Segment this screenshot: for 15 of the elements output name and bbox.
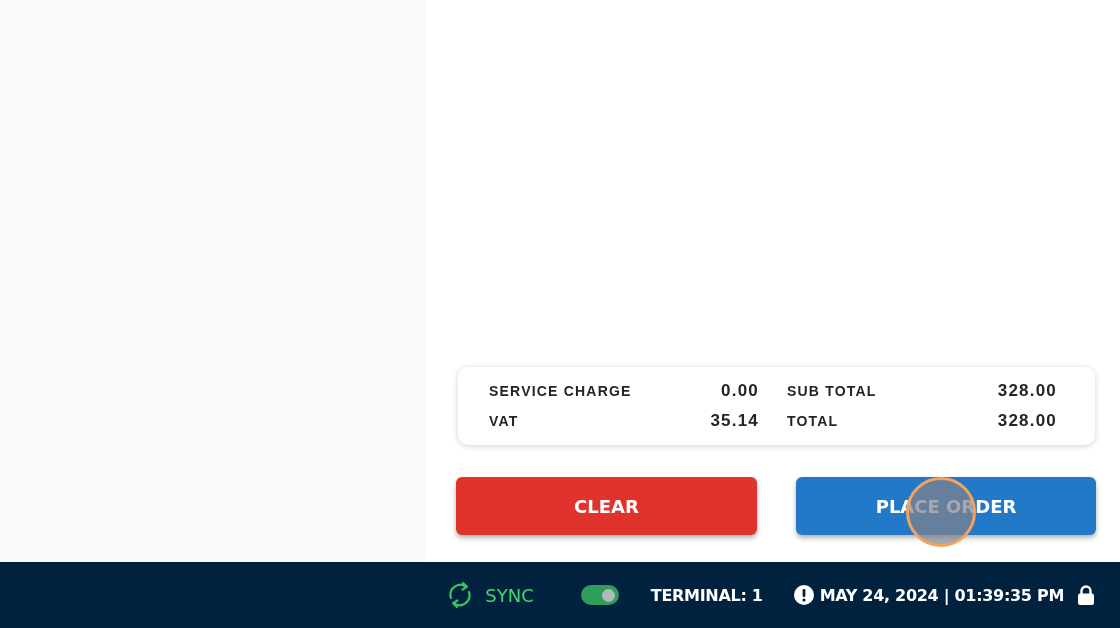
summary-value: 328.00 [997, 381, 1057, 401]
summary-value: 0.00 [721, 381, 759, 401]
summary-label: TOTAL [787, 413, 839, 429]
summary-label: VAT [489, 413, 519, 429]
sync-label[interactable]: SYNC [485, 584, 534, 606]
toggle-switch[interactable] [580, 585, 619, 605]
clear-button[interactable]: CLEAR [456, 477, 757, 535]
alert-icon[interactable] [793, 585, 814, 605]
date-time: MAY 24, 2024 | 01:39:35 PM [819, 585, 1064, 605]
terminal-label: TERMINAL: 1 [650, 585, 763, 605]
summary-label: SERVICE CHARGE [489, 383, 632, 399]
lock-icon[interactable] [1077, 585, 1095, 605]
summary-value: 35.14 [710, 411, 759, 431]
summary-label: SUB TOTAL [787, 383, 877, 399]
summary-value: 328.00 [997, 411, 1057, 431]
